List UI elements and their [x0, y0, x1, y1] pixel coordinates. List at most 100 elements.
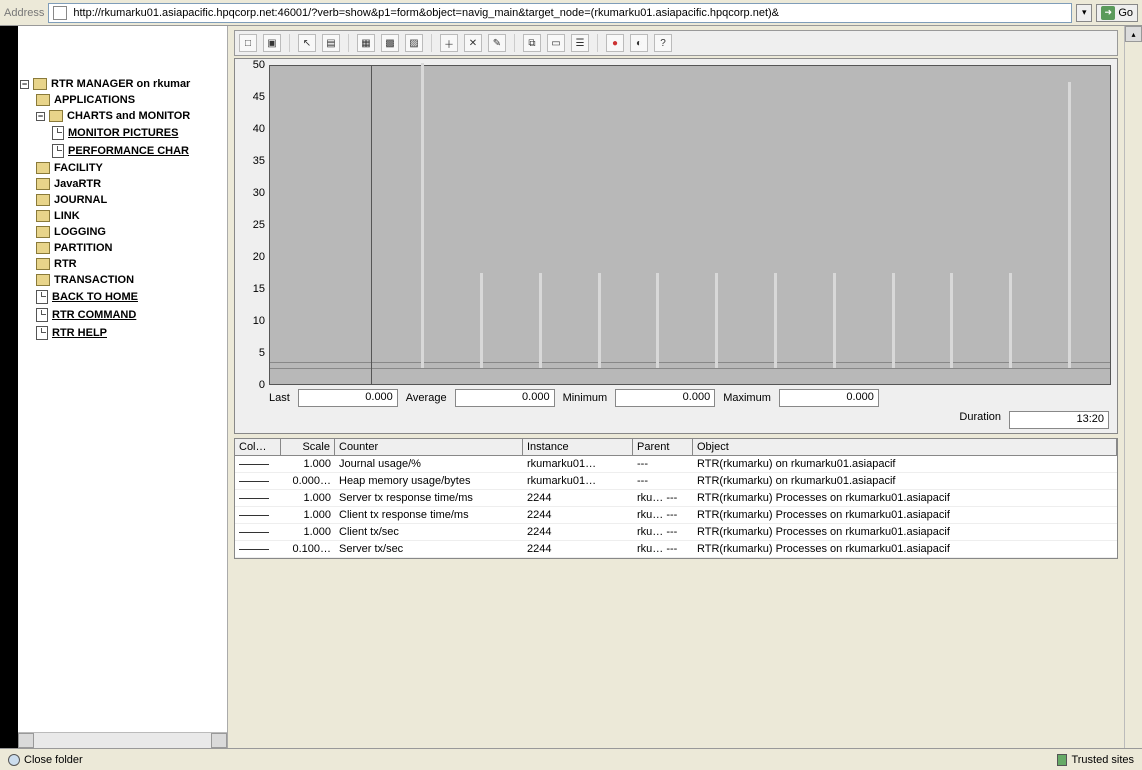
address-label: Address [4, 7, 44, 19]
y-tick: 45 [253, 91, 265, 103]
sidebar: − RTR MANAGER on rkumar APPLICATIONS−CHA… [18, 26, 228, 748]
td-color [235, 524, 281, 540]
url-dropdown-button[interactable]: ▾ [1076, 4, 1092, 22]
tb-properties-icon[interactable]: ☰ [571, 34, 589, 52]
tb-add-icon[interactable]: ＋ [440, 34, 458, 52]
url-input[interactable] [71, 6, 1067, 20]
sidebar-item[interactable]: LINK [36, 208, 225, 224]
dur-label: Duration [959, 411, 1001, 429]
table-row[interactable]: 0.100…Server tx/sec2244rku… ---RTR(rkuma… [235, 541, 1117, 558]
folder-icon [36, 258, 50, 270]
th-color[interactable]: Col… [235, 439, 281, 455]
td-parent: rku… --- [633, 524, 693, 540]
doc-icon [36, 326, 48, 340]
td-counter: Server tx response time/ms [335, 490, 523, 506]
go-button[interactable]: ➜ Go [1096, 4, 1138, 22]
url-box[interactable] [48, 3, 1072, 23]
tree-root[interactable]: − RTR MANAGER on rkumar [20, 76, 225, 92]
tb-view3-icon[interactable]: ▨ [405, 34, 423, 52]
collapse-icon[interactable]: − [36, 112, 45, 121]
sidebar-item[interactable]: JOURNAL [36, 192, 225, 208]
td-color [235, 507, 281, 523]
tb-open-icon[interactable]: ▣ [263, 34, 281, 52]
tb-update-icon[interactable]: ◐ [630, 34, 648, 52]
td-instance: 2244 [523, 490, 633, 506]
tb-view1-icon[interactable]: ▦ [357, 34, 375, 52]
tb-paste-icon[interactable]: ▭ [547, 34, 565, 52]
th-scale[interactable]: Scale [281, 439, 335, 455]
scroll-left-button[interactable] [18, 733, 34, 748]
y-tick: 20 [253, 251, 265, 263]
sidebar-item[interactable]: LOGGING [36, 224, 225, 240]
duration-row: Duration 13:20 [241, 409, 1111, 431]
sidebar-item[interactable]: FACILITY [36, 160, 225, 176]
sidebar-item[interactable]: RTR [36, 256, 225, 272]
collapse-icon[interactable]: − [20, 80, 29, 89]
sidebar-item-label: TRANSACTION [54, 274, 134, 286]
tb-delete-icon[interactable]: ✕ [464, 34, 482, 52]
folder-icon [36, 226, 50, 238]
doc-icon [52, 126, 64, 140]
td-counter: Client tx response time/ms [335, 507, 523, 523]
table-row[interactable]: 1.000Journal usage/%rkumarku01…---RTR(rk… [235, 456, 1117, 473]
tb-new-icon[interactable]: □ [239, 34, 257, 52]
folder-icon [36, 210, 50, 222]
y-tick: 25 [253, 219, 265, 231]
sidebar-subitem[interactable]: MONITOR PICTURES [52, 124, 225, 142]
sidebar-item-label: LINK [54, 210, 80, 222]
tb-clipboard-icon[interactable]: ▤ [322, 34, 340, 52]
tb-view2-icon[interactable]: ▩ [381, 34, 399, 52]
stats-row: Last 0.000 Average 0.000 Minimum 0.000 M… [241, 385, 1111, 409]
folder-icon [36, 94, 50, 106]
td-color [235, 490, 281, 506]
tb-highlight-icon[interactable]: ✎ [488, 34, 506, 52]
table-row[interactable]: 1.000Client tx response time/ms2244rku… … [235, 507, 1117, 524]
sidebar-item[interactable]: RTR HELP [36, 324, 225, 342]
doc-icon [36, 308, 48, 322]
dur-value: 13:20 [1009, 411, 1109, 429]
y-axis: 05101520253035404550 [241, 65, 269, 385]
sidebar-hscroll[interactable] [18, 732, 227, 748]
sidebar-item[interactable]: TRANSACTION [36, 272, 225, 288]
baseline-1 [270, 362, 1110, 363]
sidebar-subitem[interactable]: PERFORMANCE CHAR [52, 142, 225, 160]
td-scale: 0.000… [281, 473, 335, 489]
close-folder-label[interactable]: Close folder [24, 754, 83, 766]
tb-pointer-icon[interactable]: ↖ [298, 34, 316, 52]
th-parent[interactable]: Parent [633, 439, 693, 455]
td-color [235, 456, 281, 472]
td-counter: Heap memory usage/bytes [335, 473, 523, 489]
td-counter: Journal usage/% [335, 456, 523, 472]
tb-help-icon[interactable]: ? [654, 34, 672, 52]
table-row[interactable]: 1.000Client tx/sec2244rku… ---RTR(rkumar… [235, 524, 1117, 541]
y-tick: 40 [253, 123, 265, 135]
sidebar-item[interactable]: PARTITION [36, 240, 225, 256]
scroll-right-button[interactable] [211, 733, 227, 748]
tb-freeze-icon[interactable]: ● [606, 34, 624, 52]
chart-plot[interactable] [269, 65, 1111, 385]
y-tick: 10 [253, 315, 265, 327]
th-object[interactable]: Object [693, 439, 1117, 455]
sidebar-item[interactable]: BACK TO HOME [36, 288, 225, 306]
td-color [235, 473, 281, 489]
spike [1068, 82, 1071, 368]
spike [539, 273, 542, 368]
sidebar-item[interactable]: APPLICATIONS [36, 92, 225, 108]
scroll-up-button[interactable]: ▴ [1125, 26, 1142, 42]
baseline-2 [270, 368, 1110, 369]
tb-copy-icon[interactable]: ⧉ [523, 34, 541, 52]
sidebar-item[interactable]: JavaRTR [36, 176, 225, 192]
th-instance[interactable]: Instance [523, 439, 633, 455]
spike [833, 273, 836, 368]
table-row[interactable]: 1.000Server tx response time/ms2244rku… … [235, 490, 1117, 507]
td-parent: --- [633, 456, 693, 472]
sidebar-item[interactable]: −CHARTS and MONITOR [36, 108, 225, 124]
th-counter[interactable]: Counter [335, 439, 523, 455]
right-vscroll[interactable]: ▴ [1124, 26, 1142, 748]
td-parent: --- [633, 473, 693, 489]
doc-icon [52, 144, 64, 158]
sidebar-item[interactable]: RTR COMMAND [36, 306, 225, 324]
sidebar-item-label: FACILITY [54, 162, 103, 174]
address-bar: Address ▾ ➜ Go [0, 0, 1142, 26]
table-row[interactable]: 0.000…Heap memory usage/bytesrkumarku01…… [235, 473, 1117, 490]
